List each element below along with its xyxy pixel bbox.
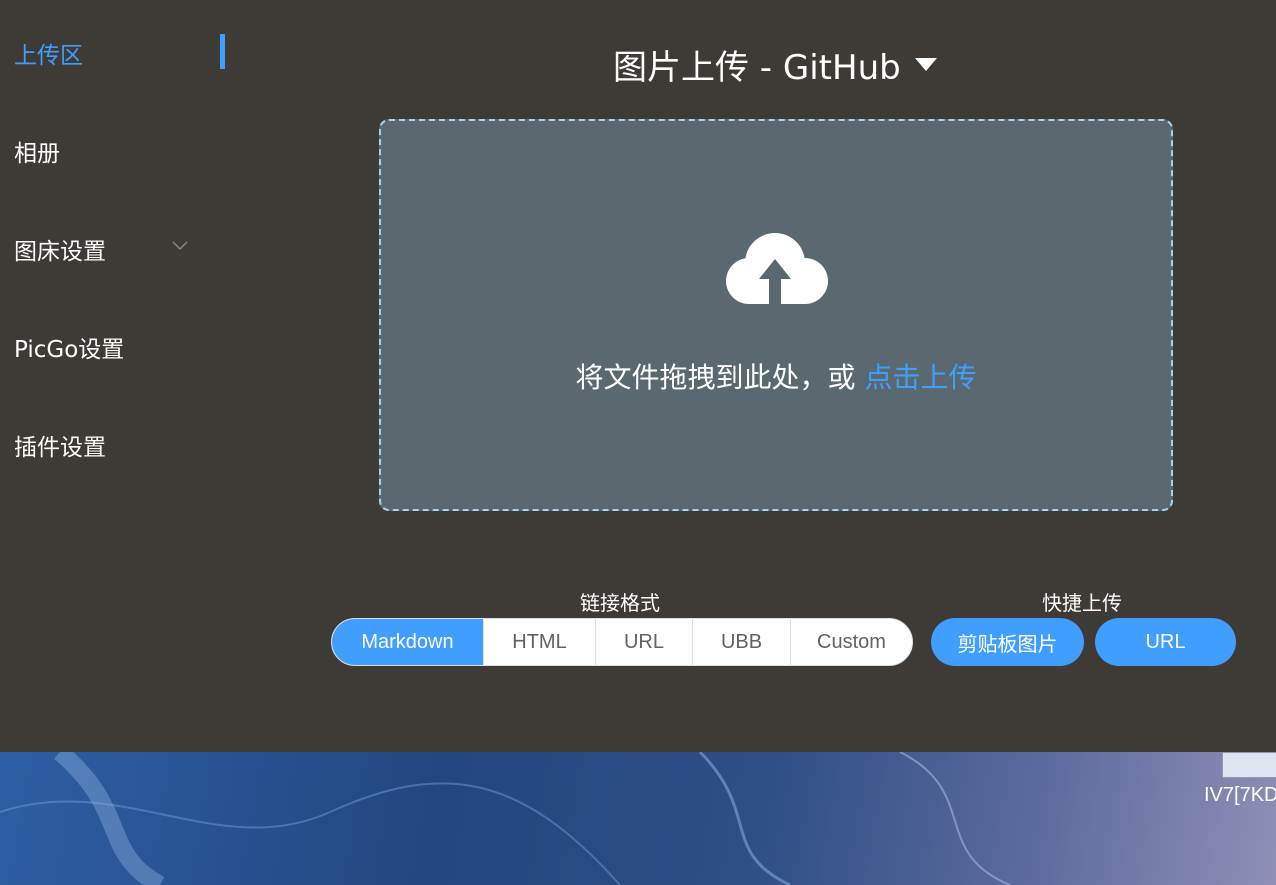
desktop-icon-label[interactable]: IV7[7KD: [1204, 784, 1276, 807]
link-format-selector: Markdown HTML URL UBB Custom: [331, 618, 913, 666]
format-ubb-option[interactable]: UBB: [693, 619, 791, 665]
upload-dropzone[interactable]: 将文件拖拽到此处，或 点击上传: [379, 119, 1173, 511]
cloud-upload-icon: [726, 233, 828, 307]
desktop-file-icon[interactable]: [1222, 752, 1276, 778]
quick-upload-label: 快捷上传: [1042, 591, 1122, 615]
clipboard-upload-button[interactable]: 剪贴板图片: [931, 618, 1084, 666]
dropzone-text: 将文件拖拽到此处，或: [575, 361, 856, 394]
sidebar-item-gallery[interactable]: 相册: [14, 134, 60, 168]
picgo-window: 上传区 相册 图床设置 PicGo设置 插件设置 图片上传 - GitHub 将…: [0, 0, 1276, 752]
active-indicator: [220, 34, 225, 69]
dropzone-hint: 将文件拖拽到此处，或 点击上传: [381, 356, 1171, 396]
chevron-down-icon[interactable]: [171, 239, 189, 251]
sidebar-item-picbed-settings[interactable]: 图床设置: [14, 232, 106, 266]
format-markdown-option[interactable]: Markdown: [332, 619, 484, 665]
picbed-selector[interactable]: 图片上传 - GitHub: [613, 42, 937, 88]
desktop-wallpaper: IV7[7KD: [0, 752, 1276, 885]
sidebar-item-upload[interactable]: 上传区: [14, 36, 83, 70]
url-upload-button[interactable]: URL: [1095, 618, 1236, 666]
wallpaper-ribbons: [0, 752, 1011, 885]
link-format-label: 链接格式: [580, 591, 660, 615]
page-title: 图片上传 - GitHub: [613, 47, 901, 88]
format-custom-option[interactable]: Custom: [791, 619, 912, 665]
format-url-option[interactable]: URL: [596, 619, 693, 665]
caret-down-icon[interactable]: [914, 58, 937, 72]
click-upload-link[interactable]: 点击上传: [864, 361, 976, 394]
sidebar-item-plugin-settings[interactable]: 插件设置: [14, 428, 106, 462]
sidebar-item-picgo-settings[interactable]: PicGo设置: [14, 330, 124, 364]
format-html-option[interactable]: HTML: [484, 619, 596, 665]
sidebar: 上传区 相册 图床设置 PicGo设置 插件设置: [0, 0, 240, 752]
